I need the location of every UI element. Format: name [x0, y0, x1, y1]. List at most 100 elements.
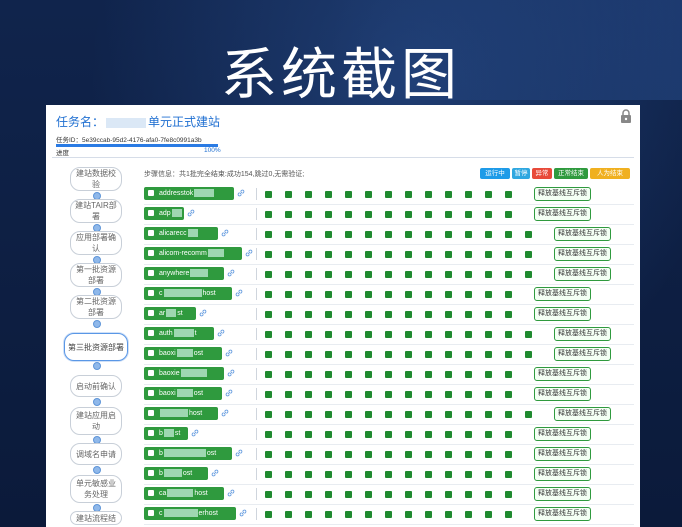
status-cell[interactable] [265, 331, 272, 338]
status-cell[interactable] [445, 231, 452, 238]
checkbox-icon[interactable] [148, 390, 154, 396]
status-cell[interactable] [305, 491, 312, 498]
status-cell[interactable] [265, 411, 272, 418]
status-cell[interactable] [385, 431, 392, 438]
status-cell[interactable] [265, 211, 272, 218]
status-cell[interactable] [305, 391, 312, 398]
checkbox-icon[interactable] [148, 330, 154, 336]
status-cell[interactable] [365, 311, 372, 318]
host-tag[interactable]: host [144, 407, 218, 420]
status-cell[interactable] [385, 211, 392, 218]
status-cell[interactable] [485, 471, 492, 478]
status-cell[interactable] [505, 271, 512, 278]
status-cell[interactable] [505, 451, 512, 458]
host-tag[interactable]: c host [144, 287, 232, 300]
checkbox-icon[interactable] [148, 430, 154, 436]
status-cell[interactable] [445, 491, 452, 498]
status-cell[interactable] [385, 471, 392, 478]
status-cell[interactable] [405, 371, 412, 378]
status-cell[interactable] [425, 271, 432, 278]
status-cell[interactable] [285, 231, 292, 238]
lock-icon[interactable] [620, 109, 632, 123]
status-cell[interactable] [365, 191, 372, 198]
status-cell[interactable] [445, 211, 452, 218]
status-cell[interactable] [285, 291, 292, 298]
status-cell[interactable] [285, 491, 292, 498]
release-lock-button[interactable]: 释放基线互斥锁 [554, 347, 611, 361]
status-cell[interactable] [505, 231, 512, 238]
host-tag[interactable]: b ost [144, 467, 208, 480]
release-lock-button[interactable]: 释放基线互斥锁 [534, 427, 591, 441]
status-cell[interactable] [385, 251, 392, 258]
status-cell[interactable] [305, 351, 312, 358]
host-tag[interactable]: baoxi ost [144, 347, 222, 360]
status-cell[interactable] [485, 431, 492, 438]
status-cell[interactable] [305, 471, 312, 478]
status-cell[interactable] [405, 411, 412, 418]
status-cell[interactable] [345, 331, 352, 338]
status-cell[interactable] [265, 431, 272, 438]
status-cell[interactable] [445, 191, 452, 198]
status-cell[interactable] [485, 331, 492, 338]
status-cell[interactable] [305, 251, 312, 258]
status-cell[interactable] [345, 291, 352, 298]
status-cell[interactable] [365, 491, 372, 498]
status-cell[interactable] [425, 251, 432, 258]
status-cell[interactable] [525, 271, 532, 278]
status-cell[interactable] [505, 491, 512, 498]
status-cell[interactable] [325, 511, 332, 518]
status-cell[interactable] [425, 331, 432, 338]
status-cell[interactable] [525, 331, 532, 338]
status-cell[interactable] [445, 471, 452, 478]
status-cell[interactable] [485, 511, 492, 518]
status-cell[interactable] [425, 371, 432, 378]
status-cell[interactable] [285, 251, 292, 258]
checkbox-icon[interactable] [148, 370, 154, 376]
status-cell[interactable] [285, 391, 292, 398]
status-cell[interactable] [405, 351, 412, 358]
host-tag[interactable]: auth t [144, 327, 214, 340]
status-cell[interactable] [485, 491, 492, 498]
status-cell[interactable] [525, 411, 532, 418]
status-cell[interactable] [385, 351, 392, 358]
status-cell[interactable] [305, 411, 312, 418]
status-cell[interactable] [485, 251, 492, 258]
status-cell[interactable] [445, 331, 452, 338]
step-item[interactable]: 第二批资源部署 [70, 295, 122, 319]
release-lock-button[interactable]: 释放基线互斥锁 [554, 407, 611, 421]
status-cell[interactable] [365, 271, 372, 278]
release-lock-button[interactable]: 释放基线互斥锁 [554, 327, 611, 341]
status-cell[interactable] [505, 391, 512, 398]
status-cell[interactable] [465, 311, 472, 318]
status-cell[interactable] [305, 211, 312, 218]
status-cell[interactable] [445, 351, 452, 358]
checkbox-icon[interactable] [148, 290, 154, 296]
status-cell[interactable] [265, 191, 272, 198]
status-cell[interactable] [485, 271, 492, 278]
status-cell[interactable] [325, 451, 332, 458]
status-cell[interactable] [505, 191, 512, 198]
status-cell[interactable] [285, 311, 292, 318]
host-tag[interactable]: b ost [144, 447, 232, 460]
status-cell[interactable] [425, 231, 432, 238]
status-cell[interactable] [385, 191, 392, 198]
status-cell[interactable] [465, 371, 472, 378]
host-tag[interactable]: alicarecc [144, 227, 218, 240]
status-cell[interactable] [305, 191, 312, 198]
status-cell[interactable] [365, 411, 372, 418]
step-item[interactable]: 单元敏感业务处理 [70, 475, 122, 503]
status-cell[interactable] [325, 391, 332, 398]
status-cell[interactable] [385, 371, 392, 378]
status-cell[interactable] [525, 251, 532, 258]
status-cell[interactable] [365, 371, 372, 378]
link-icon[interactable] [227, 269, 235, 277]
status-cell[interactable] [505, 311, 512, 318]
status-cell[interactable] [405, 431, 412, 438]
status-cell[interactable] [505, 371, 512, 378]
status-cell[interactable] [445, 411, 452, 418]
link-icon[interactable] [227, 489, 235, 497]
step-item[interactable]: 建站数据校验 [70, 167, 122, 191]
status-cell[interactable] [425, 351, 432, 358]
status-cell[interactable] [485, 231, 492, 238]
status-cell[interactable] [445, 431, 452, 438]
